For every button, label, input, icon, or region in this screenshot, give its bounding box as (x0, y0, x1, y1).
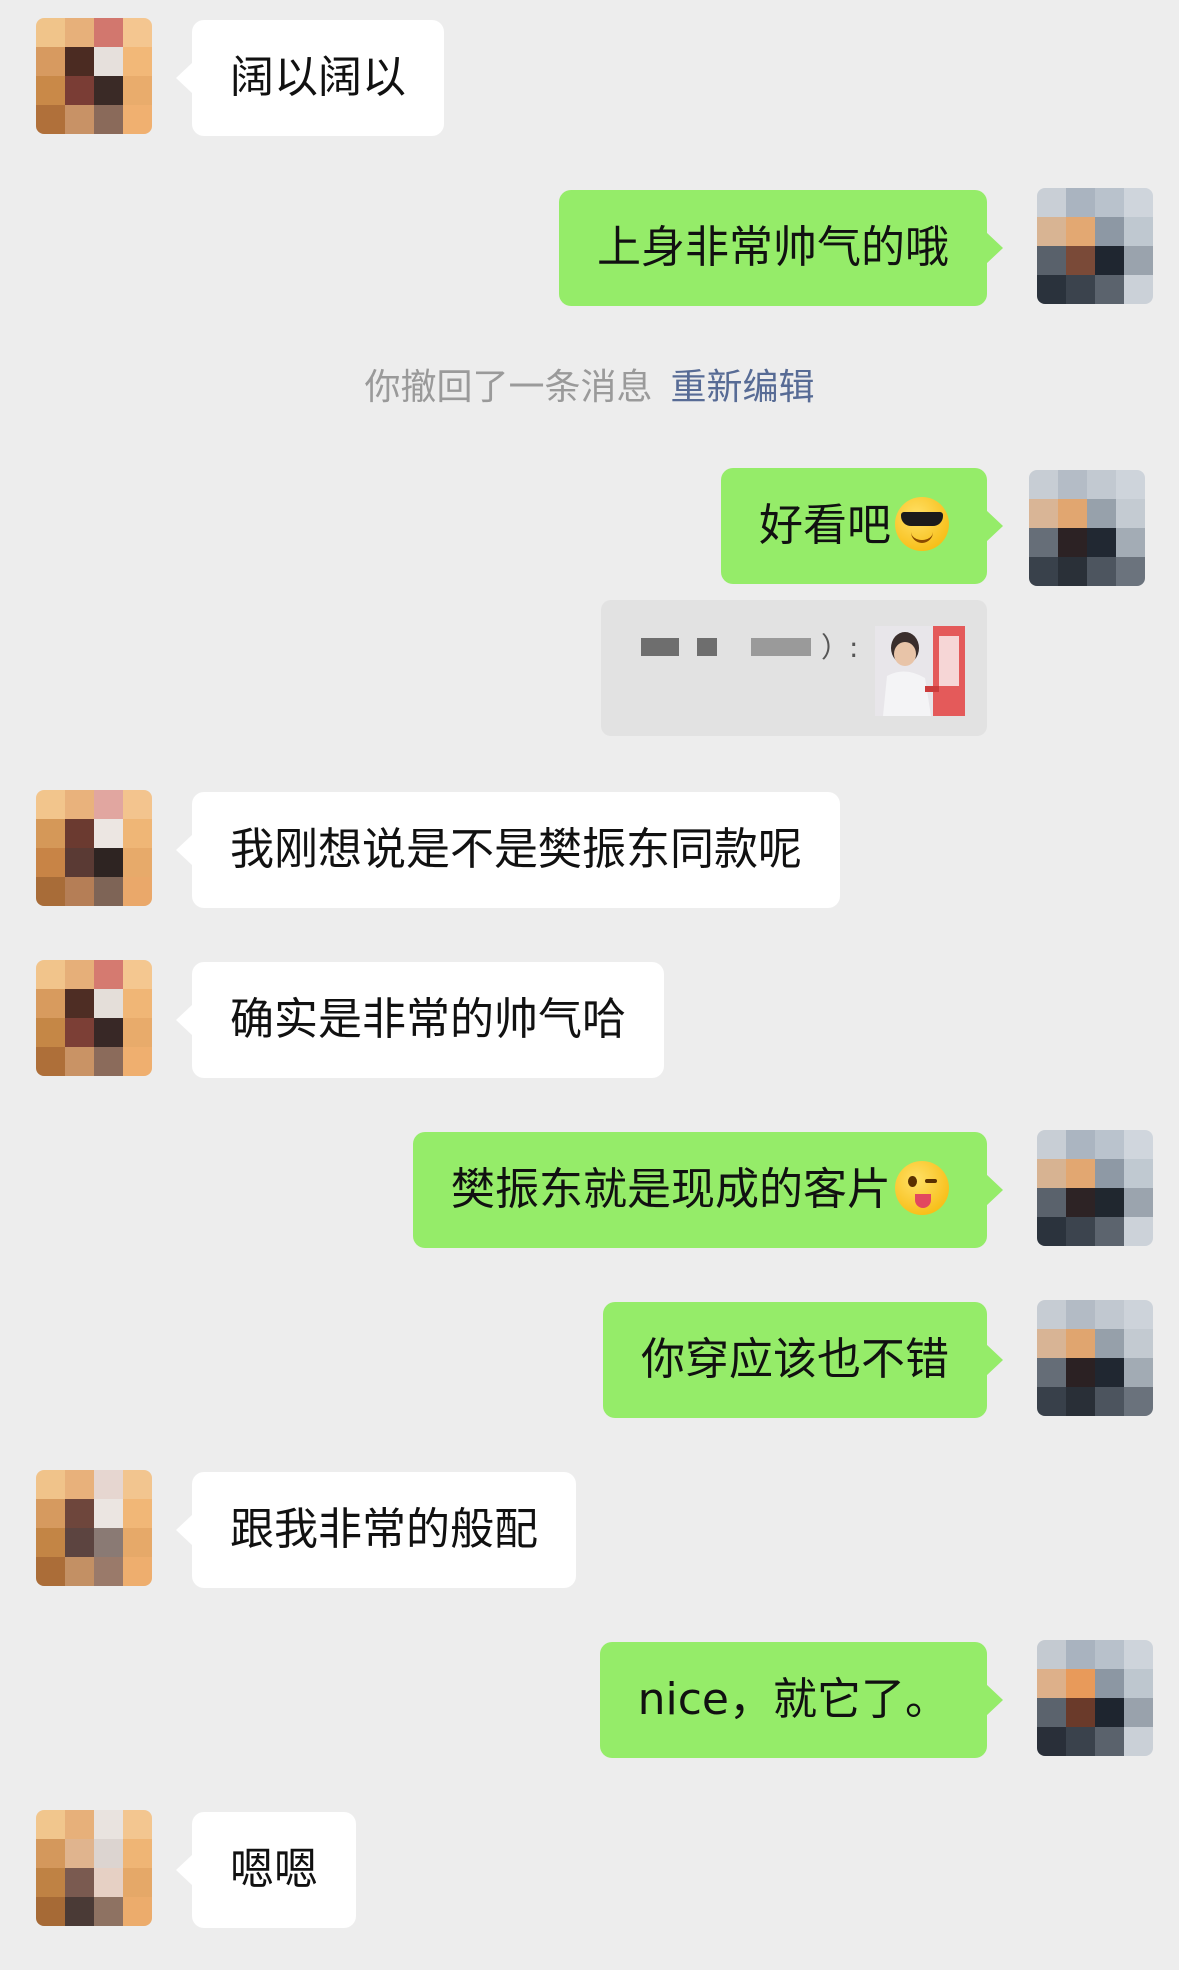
user-avatar[interactable] (1037, 1130, 1153, 1246)
message-bubble[interactable]: 好看吧 (721, 468, 1003, 584)
message-text: 阔以阔以 (230, 52, 406, 103)
message-text: 跟我非常的般配 (230, 1504, 538, 1555)
contact-avatar[interactable] (36, 960, 152, 1076)
message-bubble[interactable]: 跟我非常的般配 (176, 1472, 576, 1588)
message-bubble[interactable]: 上身非常帅气的哦 (559, 190, 1003, 306)
contact-avatar[interactable] (36, 790, 152, 906)
contact-avatar[interactable] (36, 1470, 152, 1586)
quoted-message[interactable]: ）: (601, 600, 987, 736)
recall-notice: 你撤回了一条消息 重新编辑 (0, 358, 1179, 410)
message-bubble[interactable]: nice，就它了。 (599, 1642, 1004, 1758)
message-bubble[interactable]: 你穿应该也不错 (603, 1302, 1003, 1418)
recall-notice-text: 你撤回了一条消息 (364, 367, 653, 408)
re-edit-link[interactable]: 重新编辑 (671, 367, 815, 408)
masked-sender-name (641, 638, 679, 656)
message-text: 樊振东就是现成的客片 (451, 1164, 891, 1215)
message-text: 你穿应该也不错 (641, 1334, 949, 1385)
quote-colon: ）: (821, 631, 859, 664)
user-avatar[interactable] (1029, 470, 1145, 586)
cool-sunglasses-emoji-icon (895, 497, 949, 551)
user-avatar[interactable] (1037, 1640, 1153, 1756)
user-avatar[interactable] (1037, 188, 1153, 304)
message-text: 确实是非常的帅气哈 (230, 994, 626, 1045)
user-avatar[interactable] (1037, 1300, 1153, 1416)
masked-sender-name (697, 638, 717, 656)
masked-sender-name (751, 638, 811, 656)
message-text: 上身非常帅气的哦 (597, 222, 949, 273)
message-text: 好看吧 (759, 500, 891, 551)
message-bubble[interactable]: 阔以阔以 (176, 20, 444, 136)
message-bubble[interactable]: 确实是非常的帅气哈 (176, 962, 664, 1078)
message-text: 嗯嗯 (230, 1844, 318, 1895)
quoted-photo-thumbnail[interactable] (875, 626, 965, 716)
winking-tongue-emoji-icon (895, 1161, 949, 1215)
message-bubble[interactable]: 我刚想说是不是樊振东同款呢 (176, 792, 840, 908)
message-bubble[interactable]: 樊振东就是现成的客片 (413, 1132, 1003, 1248)
contact-avatar[interactable] (36, 1810, 152, 1926)
message-bubble[interactable]: 嗯嗯 (176, 1812, 356, 1928)
contact-avatar[interactable] (36, 18, 152, 134)
message-text: nice，就它了。 (637, 1674, 949, 1725)
message-text: 我刚想说是不是樊振东同款呢 (230, 824, 802, 875)
